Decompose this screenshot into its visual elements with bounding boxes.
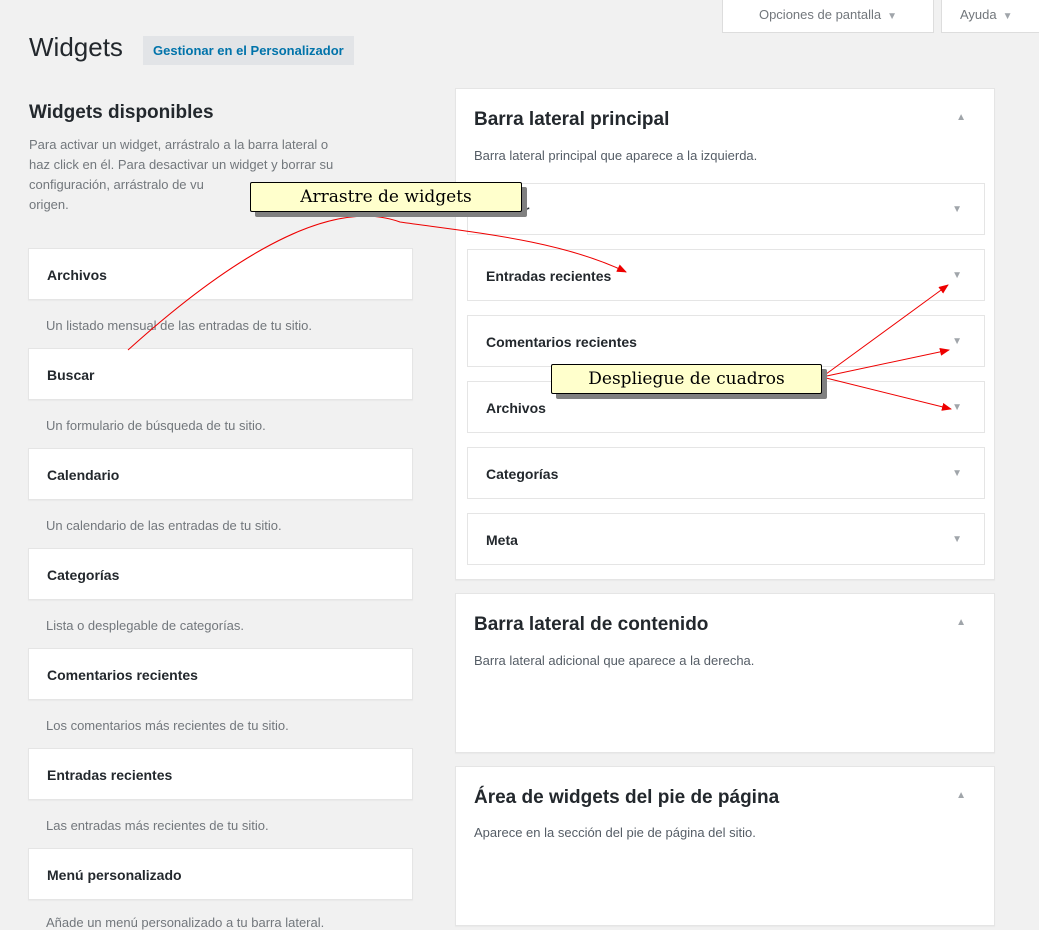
sidebar-pie-de-pagina: Área de widgets del pie de página ▲ Apar… [455, 766, 995, 926]
description-line: Para activar un widget, arrástralo a la … [29, 137, 329, 152]
available-widget-entradas-recientes[interactable]: Entradas recientes [28, 748, 413, 800]
available-widget-menu-personalizado[interactable]: Menú personalizado [28, 848, 413, 900]
expand-arrow-icon[interactable]: ▼ [952, 184, 962, 236]
sidebar-contenido: Barra lateral de contenido ▲ Barra later… [455, 593, 995, 753]
screen-options-label: Opciones de pantalla [758, 7, 882, 22]
sidebar-widget-label: Meta [486, 532, 518, 548]
expand-arrow-icon[interactable]: ▼ [952, 514, 962, 566]
screen-options-tab[interactable]: Opciones de pantalla ▼ [722, 0, 934, 33]
available-widget-description: Un formulario de búsqueda de tu sitio. [46, 418, 266, 433]
description-line: configuración, arrástralo de vu [29, 177, 204, 192]
available-widget-comentarios-recientes[interactable]: Comentarios recientes [28, 648, 413, 700]
expand-arrow-icon[interactable]: ▼ [952, 448, 962, 500]
help-arrow-icon: ▼ [1002, 11, 1013, 22]
sidebar-widget-label: Categorías [486, 466, 559, 482]
sidebar-description: Barra lateral adicional que aparece a la… [474, 653, 755, 668]
customize-button[interactable]: Gestionar en el Personalizador [143, 36, 354, 65]
sidebar-widget-meta[interactable]: Meta ▼ [467, 513, 985, 565]
page-title: Widgets [29, 32, 123, 62]
help-label: Ayuda [960, 7, 997, 22]
collapse-arrow-icon[interactable]: ▲ [956, 790, 966, 801]
help-tab[interactable]: Ayuda ▼ [941, 0, 1039, 33]
expand-arrow-icon[interactable]: ▼ [952, 250, 962, 302]
sidebar-title[interactable]: Barra lateral principal [474, 109, 669, 131]
sidebar-widget-label: r [524, 202, 530, 218]
sidebar-widget-categorias[interactable]: Categorías ▼ [467, 447, 985, 499]
description-line: origen. [29, 197, 69, 212]
available-widget-description: Lista o desplegable de categorías. [46, 618, 245, 633]
available-widget-buscar[interactable]: Buscar [28, 348, 413, 400]
available-widgets-title: Widgets disponibles [29, 102, 214, 123]
expand-callout: Despliegue de cuadros [551, 364, 822, 394]
sidebar-widget-label: Comentarios recientes [486, 334, 637, 350]
sidebar-principal: Barra lateral principal ▲ Barra lateral … [455, 88, 995, 580]
available-widget-description: Los comentarios más recientes de tu siti… [46, 718, 289, 733]
sidebar-widget-comentarios-recientes[interactable]: Comentarios recientes ▼ [467, 315, 985, 367]
description-line: haz click en él. Para desactivar un widg… [29, 157, 334, 172]
collapse-arrow-icon[interactable]: ▲ [956, 617, 966, 628]
sidebar-description: Barra lateral principal que aparece a la… [474, 148, 758, 163]
available-widget-calendario[interactable]: Calendario [28, 448, 413, 500]
drag-callout: Arrastre de widgets [250, 182, 522, 212]
available-widget-description: Las entradas más recientes de tu sitio. [46, 818, 269, 833]
available-widget-description: Añade un menú personalizado a tu barra l… [46, 915, 325, 930]
expand-arrow-icon[interactable]: ▼ [952, 382, 962, 434]
sidebar-widget-buscar[interactable]: r ▼ [467, 183, 985, 235]
available-widget-description: Un calendario de las entradas de tu siti… [46, 518, 282, 533]
sidebar-description: Aparece en la sección del pie de página … [474, 825, 756, 840]
available-widget-categorias[interactable]: Categorías [28, 548, 413, 600]
sidebar-title[interactable]: Barra lateral de contenido [474, 614, 708, 636]
sidebar-widget-entradas-recientes[interactable]: Entradas recientes ▼ [467, 249, 985, 301]
sidebar-widget-label: Archivos [486, 400, 546, 416]
screen-options-arrow-icon: ▼ [887, 11, 898, 22]
available-widget-archivos[interactable]: Archivos [28, 248, 413, 300]
expand-arrow-icon[interactable]: ▼ [952, 316, 962, 368]
available-widget-description: Un listado mensual de las entradas de tu… [46, 318, 312, 333]
sidebar-title[interactable]: Área de widgets del pie de página [474, 787, 779, 809]
collapse-arrow-icon[interactable]: ▲ [956, 112, 966, 123]
sidebar-widget-label: Entradas recientes [486, 268, 612, 284]
